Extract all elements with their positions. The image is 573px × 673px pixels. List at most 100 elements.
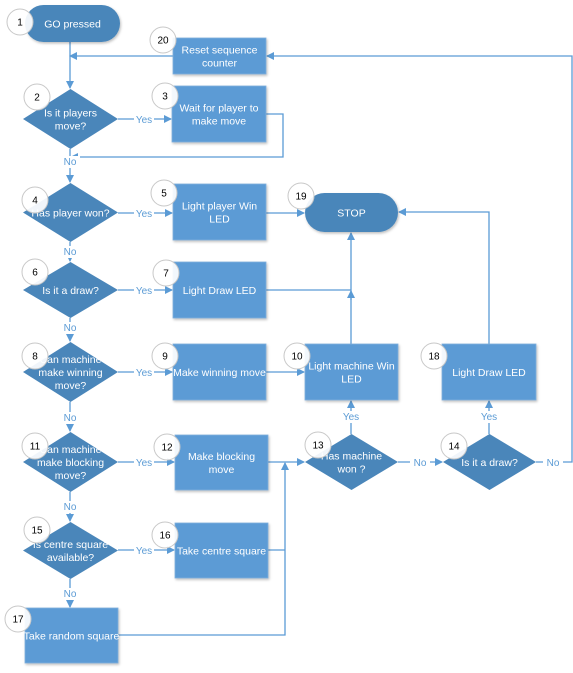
edge-label-no: No [64, 589, 77, 600]
nodes-layer: GO pressed1Is it playersmove?2Wait for p… [4, 5, 537, 664]
node-label: Has machine [321, 451, 382, 463]
step-number-badge: 2 [23, 83, 51, 111]
node-14-decision[interactable]: Is it a draw?14 [440, 432, 536, 490]
step-number-badge: 4 [21, 186, 49, 214]
node-label: LED [209, 214, 230, 226]
connector-14-20 [266, 52, 573, 463]
step-number-badge: 12 [153, 433, 181, 461]
node-label: move? [55, 380, 87, 392]
step-number-badge: 3 [151, 82, 179, 110]
flowchart-canvas: GO pressed1Is it playersmove?2Wait for p… [4, 5, 573, 664]
edge-label-no: No [64, 413, 77, 424]
node-label: Is it players [44, 108, 97, 120]
edge-label-yes: Yes [136, 458, 152, 469]
node-label: Reset sequence [182, 45, 258, 57]
edge-label-yes: Yes [136, 115, 152, 126]
edge-label-yes: Yes [136, 286, 152, 297]
step-number-badge: 8 [21, 342, 49, 370]
node-label: Wait for player to [180, 103, 259, 115]
step-number-badge: 1 [6, 8, 34, 36]
step-number-badge: 17 [4, 605, 32, 633]
step-number-badge: 19 [287, 182, 315, 210]
edge-label-yes: Yes [343, 412, 359, 423]
edge-label-yes: Yes [136, 546, 152, 557]
edge-label-no: No [64, 247, 77, 258]
step-number: 9 [162, 352, 168, 363]
step-number-badge: 16 [151, 521, 179, 549]
step-number-badge: 7 [152, 259, 180, 287]
node-8-decision[interactable]: Can machinemake winningmove? 8 [21, 342, 118, 402]
step-number: 18 [428, 352, 440, 363]
node-label: Take centre square [177, 546, 266, 558]
step-number: 14 [448, 442, 460, 453]
step-number-badge: 9 [151, 342, 179, 370]
step-number: 7 [163, 269, 169, 280]
node-19-terminal[interactable]: STOP 19 [287, 182, 398, 232]
node-label: counter [202, 58, 238, 70]
node-label: Light player Win [182, 201, 257, 213]
step-number-badge: 20 [149, 26, 177, 54]
step-number: 4 [32, 196, 38, 207]
step-number: 3 [162, 92, 168, 103]
step-number-badge: 15 [23, 516, 51, 544]
node-label: Take random square [24, 631, 120, 643]
step-number: 2 [34, 93, 40, 104]
step-number: 8 [32, 352, 38, 363]
node-label: LED [341, 374, 362, 386]
node-5-process[interactable]: Light player WinLED 5 [150, 179, 267, 241]
step-number-badge: 11 [21, 432, 49, 460]
node-1-terminal[interactable]: GO pressed 1 [6, 5, 120, 42]
node-label: Make blocking [188, 451, 255, 463]
node-label: make move [192, 116, 246, 128]
node-label: make blocking [37, 457, 104, 469]
node-label: Light Draw LED [452, 367, 526, 379]
step-number: 5 [161, 189, 167, 200]
edge-label-no: No [64, 323, 77, 334]
node-3-process[interactable]: Wait for player tomake move 3 [151, 82, 267, 143]
step-number-badge: 14 [440, 432, 468, 460]
step-number-badge: 6 [21, 258, 49, 286]
node-11-decision[interactable]: Can machinemake blockingmove? 11 [21, 432, 118, 492]
edge-label-yes: Yes [136, 368, 152, 379]
node-17-process[interactable]: Take random square17 [4, 605, 120, 664]
node-label: move? [55, 121, 87, 133]
node-4-decision[interactable]: Has player won?4 [21, 183, 118, 242]
step-number: 1 [17, 18, 23, 29]
node-label: Is it a draw? [42, 285, 99, 297]
edge-label-yes: Yes [136, 209, 152, 220]
step-number: 10 [291, 352, 303, 363]
node-label: STOP [337, 208, 365, 220]
node-label: Light Draw LED [183, 285, 257, 297]
node-label: move? [55, 470, 87, 482]
node-15-decision[interactable]: Is centre squareavailable?15 [23, 516, 118, 579]
step-number-badge: 10 [283, 342, 311, 370]
node-label: Can machine [40, 444, 102, 456]
step-number: 16 [159, 531, 171, 542]
edge-label-no: No [414, 458, 427, 469]
step-number: 11 [30, 442, 41, 453]
node-20-process[interactable]: Reset sequencecounter 20 [149, 26, 267, 75]
step-number-badge: 13 [304, 431, 332, 459]
node-label: Make winning move [173, 367, 266, 379]
node-label: Light machine Win [308, 361, 395, 373]
node-label: won ? [336, 464, 365, 476]
step-number: 19 [295, 192, 307, 203]
step-number: 13 [312, 441, 324, 452]
edge-label-no: No [547, 458, 560, 469]
step-number: 17 [12, 615, 24, 626]
node-2-decision[interactable]: Is it playersmove? 2 [23, 83, 118, 149]
edge-label-yes: Yes [481, 412, 497, 423]
node-6-decision[interactable]: Is it a draw? 6 [21, 258, 118, 318]
node-label: move [209, 464, 235, 476]
step-number-badge: 5 [150, 179, 178, 207]
node-label: Is it a draw? [461, 457, 518, 469]
step-number: 12 [161, 443, 173, 454]
step-number: 6 [32, 268, 38, 279]
step-number: 15 [31, 526, 43, 537]
step-number-badge: 18 [420, 342, 448, 370]
node-7-process[interactable]: Light Draw LED 7 [152, 259, 267, 319]
node-label: available? [47, 552, 94, 564]
node-18-process[interactable]: Light Draw LED 18 [420, 342, 537, 401]
edge-label-no: No [64, 502, 77, 513]
node-13-decision[interactable]: Has machinewon ? 13 [304, 431, 398, 490]
